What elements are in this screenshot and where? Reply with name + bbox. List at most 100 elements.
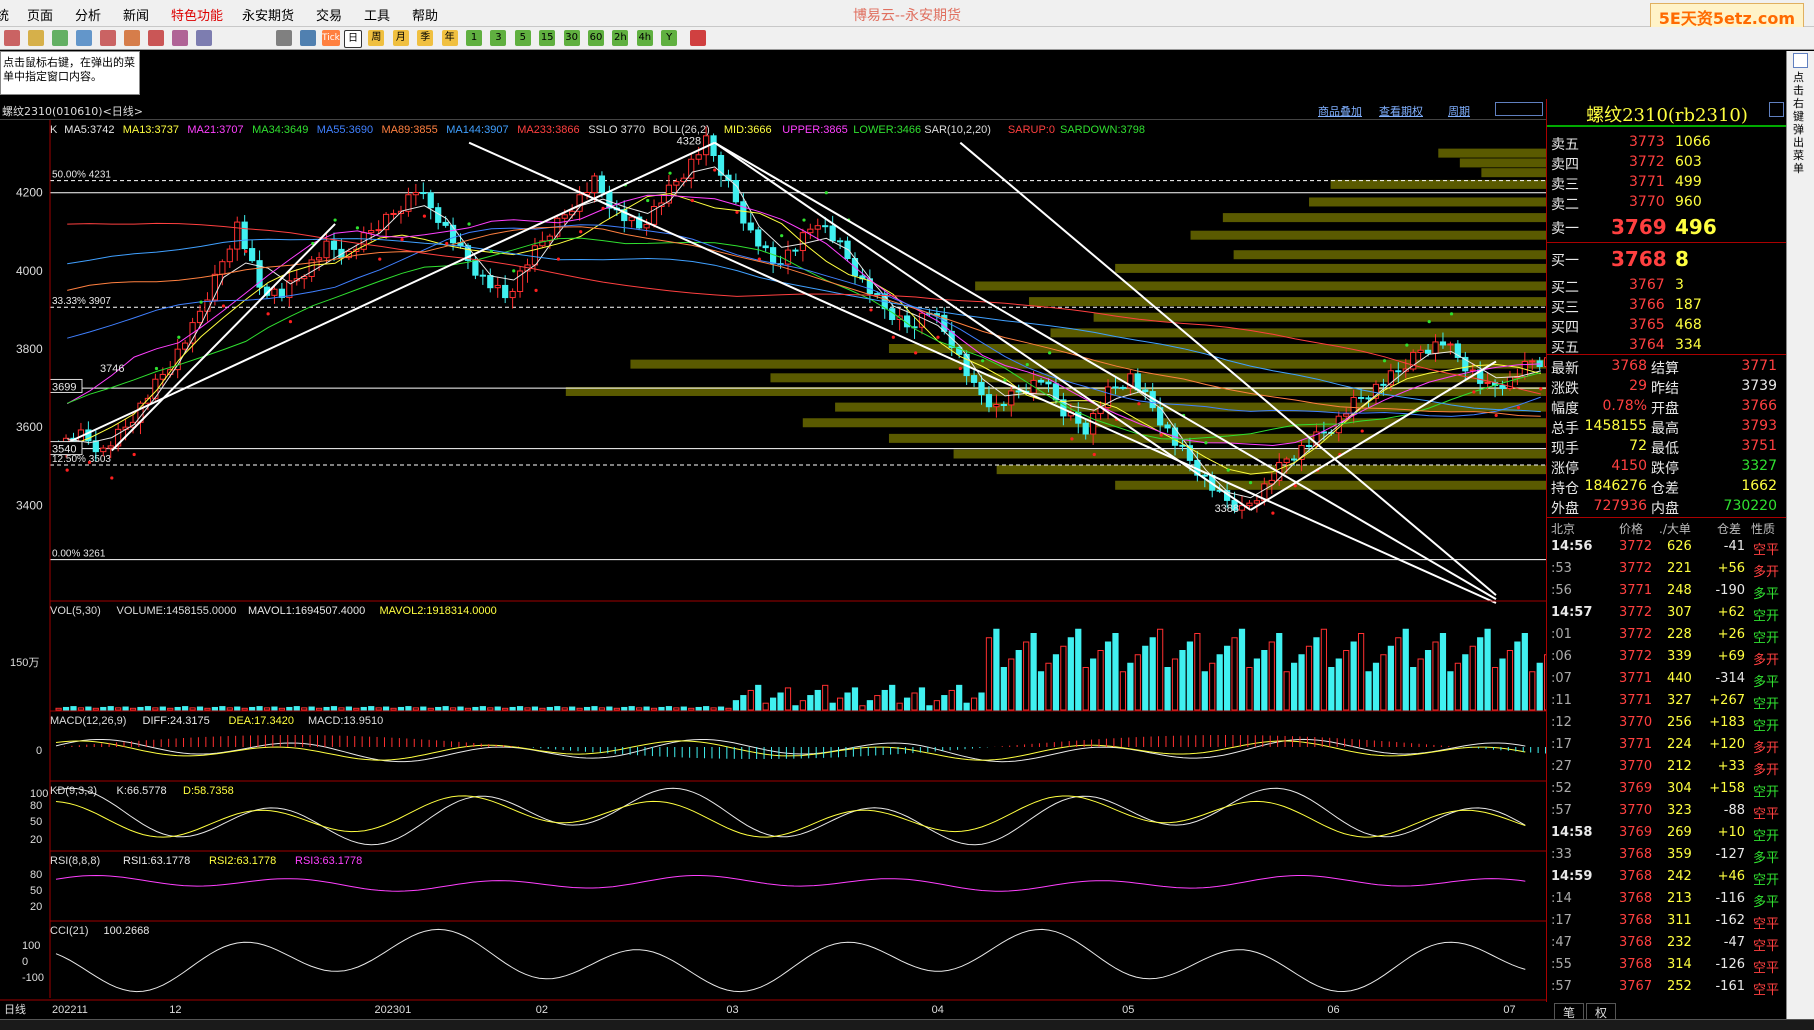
candle-body <box>472 259 479 276</box>
chart-area[interactable]: K MA5:3742 MA13:3737 MA21:3707 MA34:3649 MA55… <box>0 120 1546 1019</box>
volume-bar <box>442 706 449 711</box>
ask-price[interactable]: 3773 <box>1629 134 1665 150</box>
menu-item-0[interactable]: 统 <box>0 5 9 24</box>
trendline-3[interactable] <box>468 141 1497 604</box>
indicator-legend: K MA5:3742 MA13:3737 MA21:3707 MA34:3649 MA55… <box>50 124 1145 136</box>
period-button-5[interactable]: 1 <box>466 30 482 46</box>
volume-bar <box>1231 637 1238 711</box>
period-button-8[interactable]: 15 <box>539 30 556 46</box>
tick-price: 3772 <box>1619 605 1653 620</box>
ask-price[interactable]: 3770 <box>1629 194 1665 210</box>
volume-bar <box>889 684 896 711</box>
menu-item-7[interactable]: 工具 <box>364 5 390 24</box>
period-button-2[interactable]: 月 <box>392 30 409 46</box>
volume-bar <box>301 707 308 711</box>
indicator-label-7: MA144:3907 <box>446 124 508 136</box>
filter-icon[interactable] <box>196 30 212 46</box>
bid-price[interactable]: 3767 <box>1629 277 1665 293</box>
list-icon[interactable] <box>276 30 292 46</box>
menu-item-6[interactable]: 交易 <box>316 5 342 24</box>
side-strip-close[interactable] <box>1793 53 1808 68</box>
period-button-10[interactable]: 60 <box>588 30 604 46</box>
menu-item-3[interactable]: 新闻 <box>123 5 149 24</box>
menu-item-5[interactable]: 永安期货 <box>242 5 294 24</box>
tick-oi-diff: -116 <box>1715 891 1745 906</box>
indicator-label-16: SARDOWN:3798 <box>1060 124 1145 136</box>
candle-body <box>695 154 702 160</box>
period-button-1[interactable]: 周 <box>368 30 385 46</box>
bid-price[interactable]: 3764 <box>1629 337 1665 353</box>
trendlines[interactable] <box>66 141 1497 604</box>
symbol-tab[interactable]: 螺纹2310(010610)<日线> <box>2 103 143 119</box>
volume-bar <box>1320 628 1327 711</box>
period-button-12[interactable]: 4h <box>636 30 653 46</box>
volume-bar <box>368 706 375 711</box>
ask1-label: 卖一 <box>1551 221 1579 237</box>
window-controls[interactable] <box>1495 102 1543 116</box>
period-button-7[interactable]: 5 <box>514 30 531 46</box>
candle-body <box>1000 403 1007 406</box>
zoom-out-icon[interactable] <box>100 30 116 46</box>
menu-item-1[interactable]: 页面 <box>27 5 53 24</box>
period-button-13[interactable]: Y <box>661 30 678 46</box>
draw-icon[interactable] <box>148 30 164 46</box>
grid-icon[interactable] <box>300 30 316 46</box>
menu-item-8[interactable]: 帮助 <box>412 5 438 24</box>
period-button-3[interactable]: 季 <box>417 30 434 46</box>
folder-icon[interactable] <box>28 30 44 46</box>
tick-price: 3772 <box>1619 627 1653 642</box>
menu-item-2[interactable]: 分析 <box>75 5 101 24</box>
tick-nature: 空开 <box>1753 609 1780 624</box>
bid1-price[interactable]: 3768 <box>1611 247 1667 271</box>
tick-button[interactable]: Tick <box>322 30 340 46</box>
trendline-6[interactable] <box>111 223 336 452</box>
candle-body <box>1142 389 1149 393</box>
ask1-price[interactable]: 3769 <box>1611 215 1667 239</box>
bid-price[interactable]: 3766 <box>1629 297 1665 313</box>
volume-bar <box>1201 671 1208 711</box>
settings-icon[interactable] <box>690 30 706 46</box>
period-button-11[interactable]: 2h <box>612 30 629 46</box>
sar-dot <box>378 257 382 261</box>
period-button-6[interactable]: 3 <box>490 30 507 46</box>
link-period[interactable]: 周期 <box>1448 103 1470 119</box>
kd-axis-label: 80 <box>30 800 42 812</box>
ask-price[interactable]: 3771 <box>1629 174 1665 190</box>
link-options[interactable]: 查看期权 <box>1379 103 1423 119</box>
volume-bar <box>1000 667 1007 711</box>
volume-bar <box>249 706 256 711</box>
volume-bar <box>1090 658 1097 711</box>
tick-row: :01 3772 228 +26 空开 <box>1547 624 1787 646</box>
trendline-4[interactable] <box>714 141 1497 600</box>
ask-price[interactable]: 3772 <box>1629 154 1665 170</box>
quote-close-button[interactable] <box>1769 102 1784 117</box>
indicator-icon[interactable] <box>172 30 188 46</box>
volume-profile <box>565 148 1546 490</box>
period-button-4[interactable]: 年 <box>441 30 458 46</box>
price-mark-label: 3746 <box>100 363 124 375</box>
price-mark-label: 3699 <box>52 381 76 393</box>
tick-header-cell: ./大单 <box>1659 522 1691 536</box>
volume-bar <box>382 706 390 711</box>
period-button-9[interactable]: 30 <box>563 30 580 46</box>
link-overlay[interactable]: 商品叠加 <box>1318 103 1362 119</box>
volume-bar <box>397 706 405 711</box>
tick-volume: 440 <box>1667 671 1692 686</box>
zoom-in-icon[interactable] <box>76 30 92 46</box>
tick-row: 14:58 3769 269 +10 空开 <box>1547 822 1787 844</box>
volume-bar <box>70 706 77 711</box>
tick-time: :14 <box>1551 891 1572 906</box>
x-tick-label: 02 <box>536 1004 548 1016</box>
window-icon[interactable] <box>124 30 140 46</box>
candle-body <box>740 201 747 224</box>
sar-dot <box>981 359 985 363</box>
volume-bar <box>1224 645 1231 711</box>
side-strip[interactable]: 点击右键弹出菜单 <box>1786 51 1814 1029</box>
home-icon[interactable] <box>4 30 20 46</box>
menu-item-4[interactable]: 特色功能 <box>171 5 223 24</box>
ask1-row: 卖一 3769 496 <box>1547 213 1787 241</box>
refresh-icon[interactable] <box>52 30 68 46</box>
sar-dot <box>266 312 270 316</box>
bid-price[interactable]: 3765 <box>1629 317 1665 333</box>
period-button-0[interactable]: 日 <box>344 30 362 48</box>
